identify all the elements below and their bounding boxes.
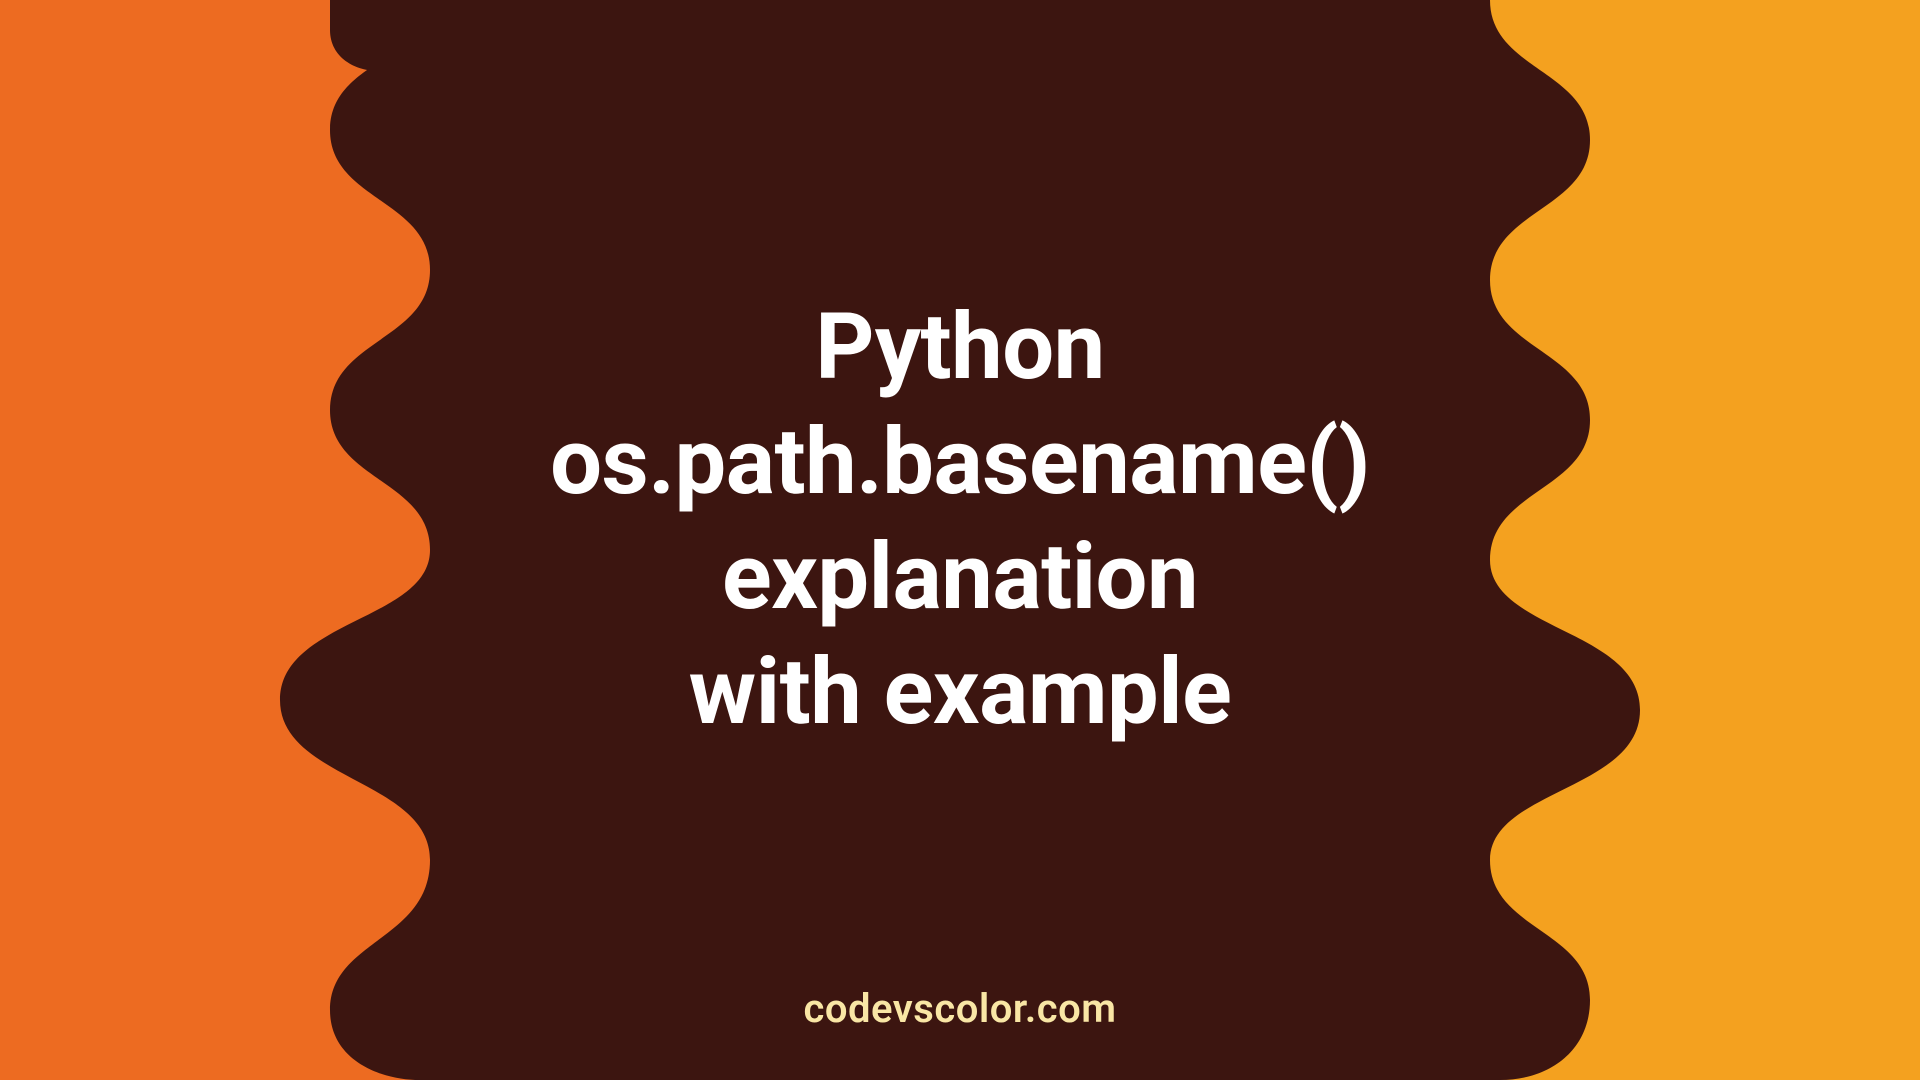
graphic-title: Python os.path.basename() explanation wi…	[550, 290, 1370, 750]
title-line: Python	[550, 290, 1370, 405]
graphic-canvas: Python os.path.basename() explanation wi…	[0, 0, 1920, 1080]
content-wrapper: Python os.path.basename() explanation wi…	[0, 0, 1920, 1080]
title-line: os.path.basename()	[550, 405, 1370, 520]
watermark-text: codevscolor.com	[0, 985, 1920, 1032]
title-line: explanation	[550, 520, 1370, 635]
title-line: with example	[550, 635, 1370, 750]
